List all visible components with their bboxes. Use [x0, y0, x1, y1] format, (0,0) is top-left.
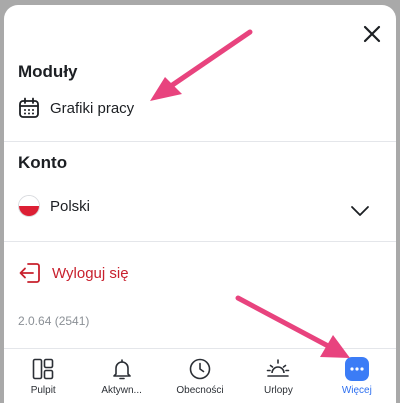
divider — [4, 141, 396, 142]
bell-icon — [112, 359, 131, 380]
more-icon — [344, 357, 369, 381]
nav-label: Pulpit — [30, 385, 56, 396]
dashboard-icon — [32, 358, 54, 380]
nav-item-activities[interactable]: Aktywn... — [82, 349, 160, 403]
bottom-navigation: Pulpit Aktywn... Obecności Urlopy Więcej — [4, 348, 396, 403]
poland-flag-icon — [18, 195, 40, 217]
module-item-work-schedules[interactable]: Grafiki pracy — [18, 97, 134, 119]
logout-button[interactable]: Wyloguj się — [18, 261, 129, 285]
logout-label: Wyloguj się — [52, 264, 129, 282]
nav-item-leaves[interactable]: Urlopy — [239, 349, 317, 403]
nav-label: Więcej — [341, 385, 372, 396]
account-section-title: Konto — [18, 153, 68, 172]
chevron-down-icon — [351, 206, 369, 216]
module-item-label: Grafiki pracy — [50, 99, 135, 117]
calendar-icon — [19, 97, 39, 118]
language-label: Polski — [50, 197, 91, 215]
divider — [4, 241, 396, 242]
more-menu-sheet: Moduły Grafiki pracy Konto Polski Wylogu… — [4, 5, 396, 403]
clock-icon — [189, 358, 211, 380]
language-dropdown-toggle[interactable] — [349, 200, 371, 222]
nav-label: Obecności — [176, 385, 224, 396]
nav-item-more[interactable]: Więcej — [318, 349, 396, 403]
modules-section-title: Moduły — [18, 62, 78, 81]
logout-icon — [19, 263, 40, 283]
close-icon — [363, 25, 381, 43]
language-selector[interactable]: Polski — [18, 195, 90, 217]
nav-item-dashboard[interactable]: Pulpit — [4, 349, 82, 403]
nav-label: Urlopy — [263, 385, 293, 396]
close-button[interactable] — [359, 21, 385, 47]
app-version: 2.0.64 (2541) — [18, 314, 90, 328]
sunrise-icon — [267, 359, 290, 377]
nav-label: Aktywn... — [101, 385, 142, 396]
nav-item-attendance[interactable]: Obecności — [161, 349, 239, 403]
